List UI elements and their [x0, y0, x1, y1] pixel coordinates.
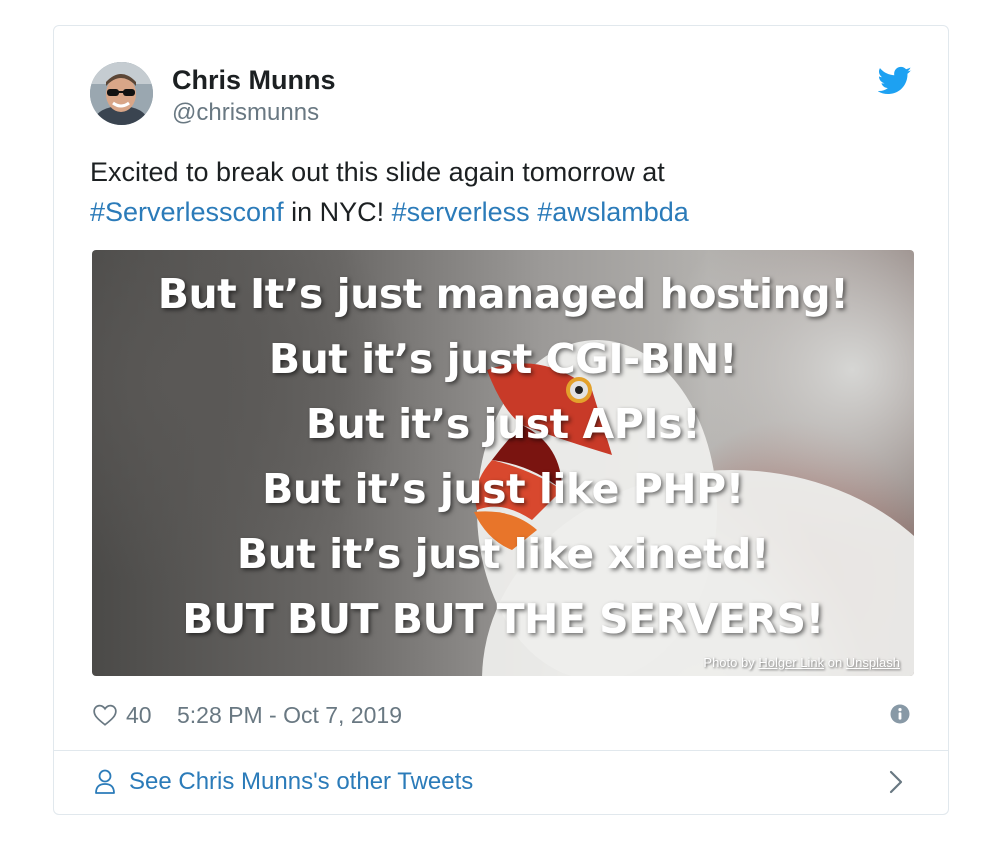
- photo-credit-prefix: Photo by: [703, 655, 759, 670]
- author-handle[interactable]: @chrismunns: [172, 98, 319, 128]
- slide-line: But it’s just like PHP!: [262, 465, 744, 513]
- slide-text: But It’s just managed hosting! But it’s …: [92, 262, 914, 652]
- avatar-image: [90, 62, 153, 125]
- twitter-bird-icon[interactable]: [878, 66, 912, 96]
- embedded-tweet-card: Chris Munns @chrismunns Excited to break…: [53, 25, 949, 815]
- author-name[interactable]: Chris Munns: [172, 64, 336, 96]
- slide-line: But It’s just managed hosting!: [157, 270, 849, 318]
- hashtag-awslambda[interactable]: #awslambda: [537, 197, 689, 227]
- tweet-footer: 40 5:28 PM - Oct 7, 2019: [92, 698, 914, 732]
- tweet-text-line1: Excited to break out this slide again to…: [90, 157, 665, 187]
- tweet-media-image[interactable]: But It’s just managed hosting! But it’s …: [92, 250, 914, 676]
- slide-line: But it’s just CGI-BIN!: [268, 335, 738, 383]
- slide-line: BUT BUT BUT THE SERVERS!: [182, 595, 824, 643]
- photo-credit-middle: on: [824, 655, 846, 670]
- unsplash-link: Unsplash: [845, 655, 900, 670]
- slide-line: But it’s just APIs!: [305, 400, 701, 448]
- hashtag-serverless[interactable]: #serverless: [392, 197, 530, 227]
- photographer-link: Holger Link: [758, 655, 825, 670]
- heart-icon[interactable]: [92, 702, 118, 728]
- see-other-tweets-link[interactable]: See Chris Munns's other Tweets: [54, 751, 948, 814]
- hashtag-serverlessconf[interactable]: #Serverlessconf: [90, 197, 284, 227]
- avatar[interactable]: [90, 62, 153, 125]
- person-icon: [95, 769, 115, 794]
- see-other-tweets-label: See Chris Munns's other Tweets: [129, 768, 474, 795]
- tweet-text-middle: in NYC!: [283, 197, 392, 227]
- like-count[interactable]: 40: [126, 700, 152, 730]
- slide-line: But it’s just like xinetd!: [236, 530, 770, 578]
- chevron-right-icon: [889, 770, 903, 794]
- info-icon[interactable]: [890, 704, 910, 724]
- tweet-timestamp[interactable]: 5:28 PM - Oct 7, 2019: [177, 700, 402, 730]
- tweet-text: Excited to break out this slide again to…: [90, 152, 910, 232]
- photo-credit: Photo by Holger Link on Unsplash: [703, 655, 900, 670]
